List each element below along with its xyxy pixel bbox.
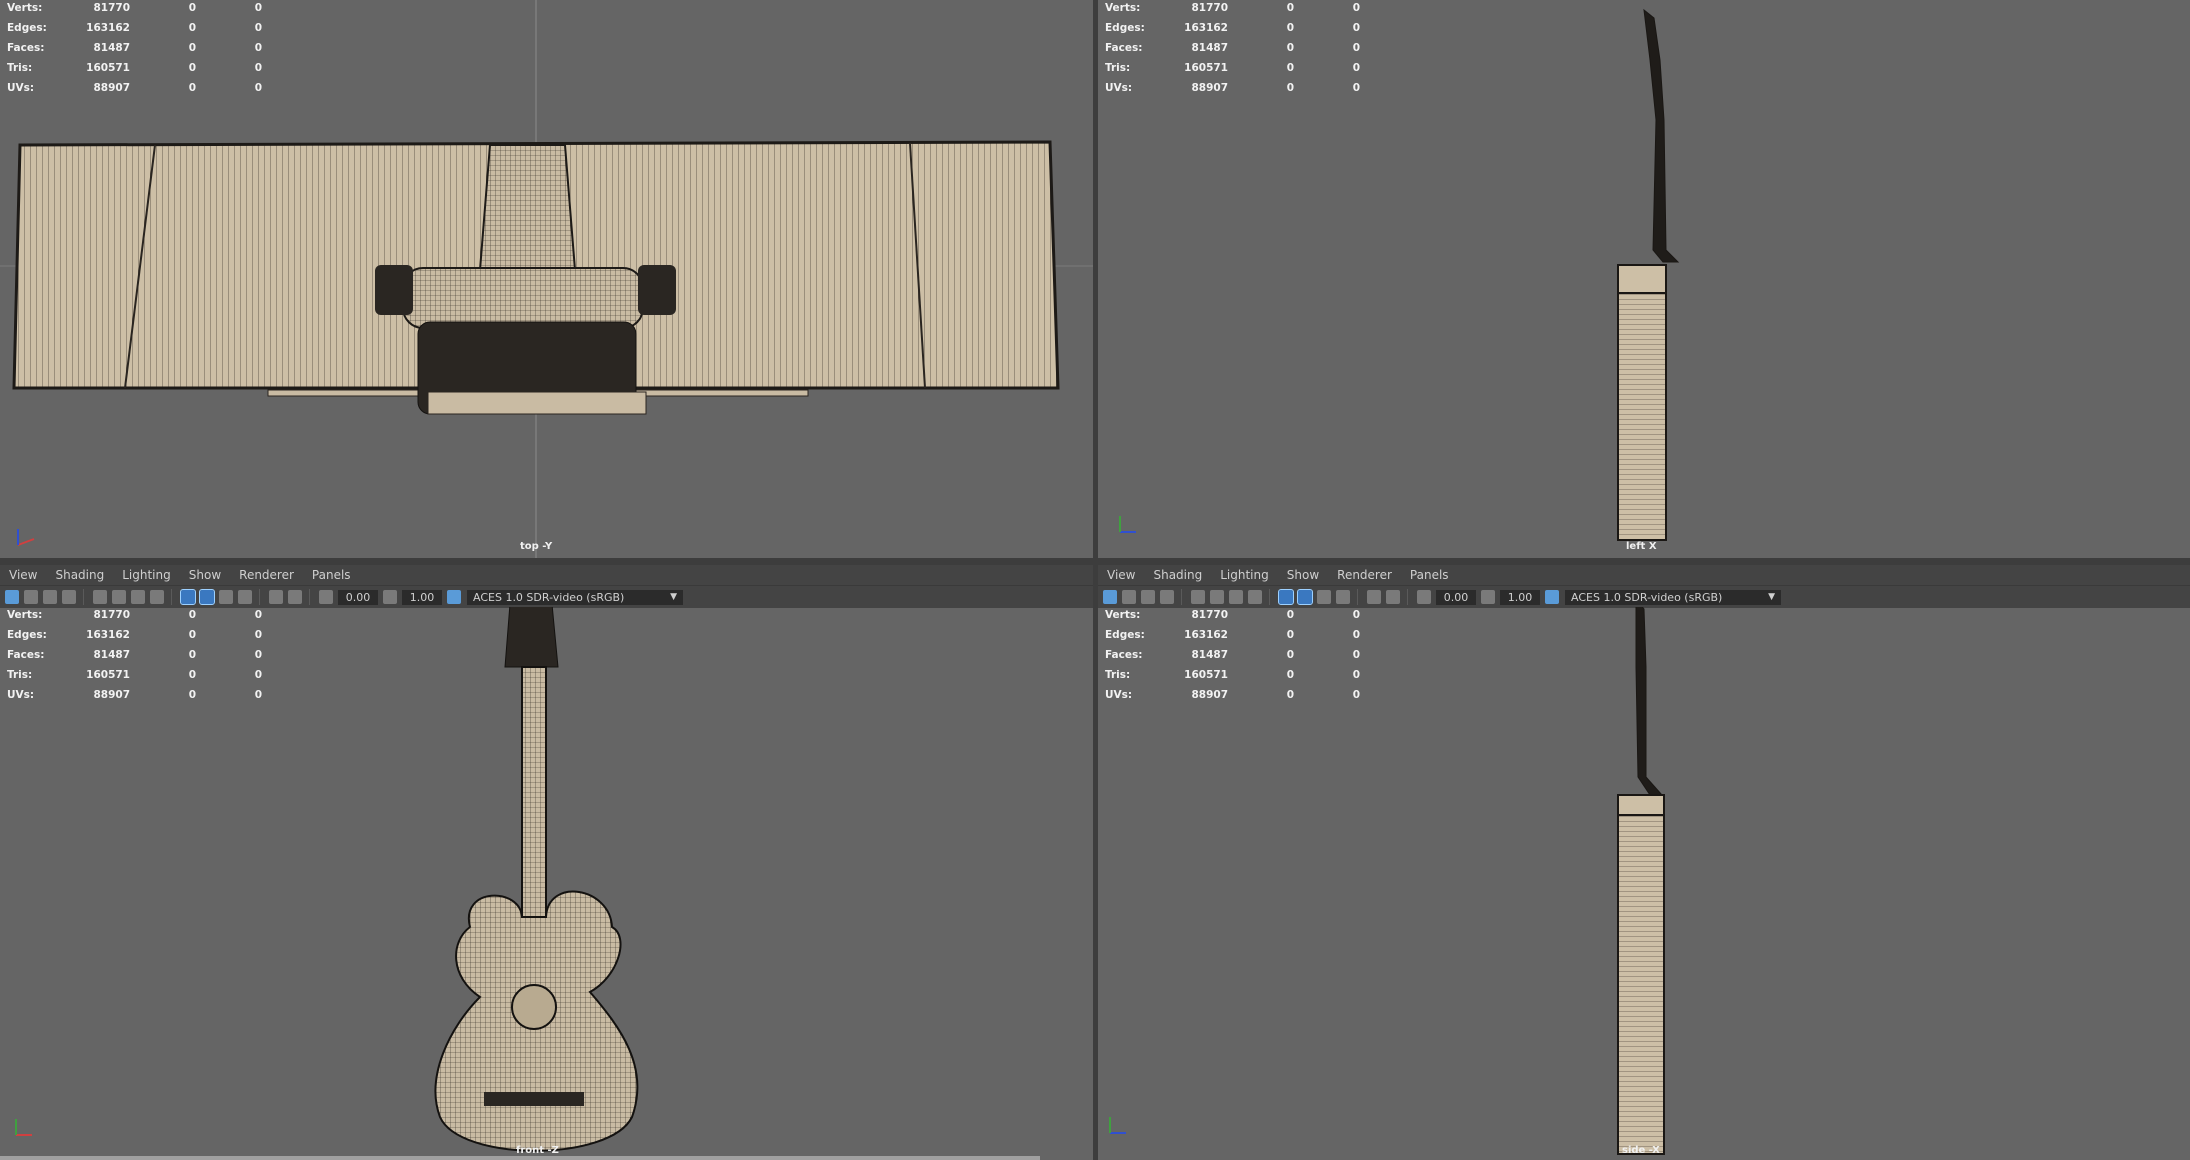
gate-mask-icon[interactable] — [1248, 590, 1262, 604]
color-management-icon[interactable] — [1545, 590, 1559, 604]
menu-renderer[interactable]: Renderer — [239, 568, 294, 582]
grid-icon[interactable] — [93, 590, 107, 604]
isolate-icon[interactable] — [288, 590, 302, 604]
axis-gizmo-icon — [1106, 1113, 1130, 1137]
viewport-layout: Verts: 81770 0 0 Edges: 163162 0 0 Faces: 81487… — [0, 0, 2190, 1160]
bookmark-icon[interactable] — [43, 590, 57, 604]
exposure-field[interactable]: 0.00 — [338, 589, 378, 605]
viewport-side[interactable]: View Shading Lighting Show Renderer Pane… — [1098, 565, 2190, 1160]
menu-lighting[interactable]: Lighting — [1220, 568, 1269, 582]
exposure-icon[interactable] — [319, 590, 333, 604]
camera-label-side: side -X — [1622, 1145, 1660, 1156]
menu-view[interactable]: View — [9, 568, 37, 582]
image-plane-icon[interactable] — [1160, 590, 1174, 604]
colorspace-dropdown[interactable]: ACES 1.0 SDR-video (sRGB) ▼ — [1565, 589, 1781, 605]
gate-mask-icon[interactable] — [150, 590, 164, 604]
guitar-side-view-mesh[interactable] — [1098, 607, 2190, 1160]
smooth-shade-icon[interactable] — [1297, 589, 1313, 605]
color-management-icon[interactable] — [447, 590, 461, 604]
exposure-icon[interactable] — [1417, 590, 1431, 604]
select-camera-icon[interactable] — [1103, 590, 1117, 604]
axis-gizmo-icon — [12, 1115, 36, 1139]
gamma-field[interactable]: 1.00 — [402, 589, 442, 605]
isolate-icon[interactable] — [1386, 590, 1400, 604]
viewport-left[interactable]: Verts: 81770 0 0 Edges: 163162 0 0 Faces: 81487… — [1098, 0, 2190, 558]
grid-icon[interactable] — [1191, 590, 1205, 604]
xray-icon[interactable] — [1367, 590, 1381, 604]
menu-view[interactable]: View — [1107, 568, 1135, 582]
panel-menubar: View Shading Lighting Show Renderer Pane… — [0, 565, 1093, 585]
lights-icon[interactable] — [238, 590, 252, 604]
timeline-scrollbar[interactable] — [0, 1156, 1040, 1160]
guitar-top-view-mesh[interactable] — [0, 0, 1093, 558]
chevron-down-icon: ▼ — [1768, 591, 1775, 602]
menu-panels[interactable]: Panels — [312, 568, 351, 582]
camera-label-top: top -Y — [520, 541, 553, 552]
guitar-side-view-mesh[interactable] — [1098, 0, 2190, 558]
resolution-gate-icon[interactable] — [1229, 590, 1243, 604]
menu-show[interactable]: Show — [189, 568, 221, 582]
image-plane-icon[interactable] — [62, 590, 76, 604]
guitar-front-view-mesh[interactable] — [0, 607, 1093, 1160]
film-gate-icon[interactable] — [112, 590, 126, 604]
exposure-field[interactable]: 0.00 — [1436, 589, 1476, 605]
menu-shading[interactable]: Shading — [1153, 568, 1202, 582]
axis-gizmo-icon — [1116, 512, 1140, 536]
menu-show[interactable]: Show — [1287, 568, 1319, 582]
camera-attributes-icon[interactable] — [1122, 590, 1136, 604]
chevron-down-icon: ▼ — [670, 591, 677, 602]
menu-renderer[interactable]: Renderer — [1337, 568, 1392, 582]
gamma-field[interactable]: 1.00 — [1500, 589, 1540, 605]
bookmark-icon[interactable] — [1141, 590, 1155, 604]
gamma-icon[interactable] — [1481, 590, 1495, 604]
viewport-front[interactable]: View Shading Lighting Show Renderer Pane… — [0, 565, 1093, 1160]
wireframe-icon[interactable] — [1278, 589, 1294, 605]
select-camera-icon[interactable] — [5, 590, 19, 604]
lights-icon[interactable] — [1336, 590, 1350, 604]
camera-label-front: front -Z — [516, 1145, 559, 1156]
gamma-icon[interactable] — [383, 590, 397, 604]
camera-attributes-icon[interactable] — [24, 590, 38, 604]
xray-icon[interactable] — [269, 590, 283, 604]
camera-label-left: left X — [1626, 541, 1657, 552]
panel-menubar: View Shading Lighting Show Renderer Pane… — [1098, 565, 2190, 585]
menu-lighting[interactable]: Lighting — [122, 568, 171, 582]
menu-shading[interactable]: Shading — [55, 568, 104, 582]
film-gate-icon[interactable] — [1210, 590, 1224, 604]
smooth-shade-icon[interactable] — [199, 589, 215, 605]
axis-gizmo-icon — [14, 525, 38, 549]
viewport-top[interactable]: Verts: 81770 0 0 Edges: 163162 0 0 Faces: 81487… — [0, 0, 1093, 558]
resolution-gate-icon[interactable] — [131, 590, 145, 604]
wireframe-icon[interactable] — [180, 589, 196, 605]
textured-icon[interactable] — [1317, 590, 1331, 604]
menu-panels[interactable]: Panels — [1410, 568, 1449, 582]
textured-icon[interactable] — [219, 590, 233, 604]
colorspace-dropdown[interactable]: ACES 1.0 SDR-video (sRGB) ▼ — [467, 589, 683, 605]
